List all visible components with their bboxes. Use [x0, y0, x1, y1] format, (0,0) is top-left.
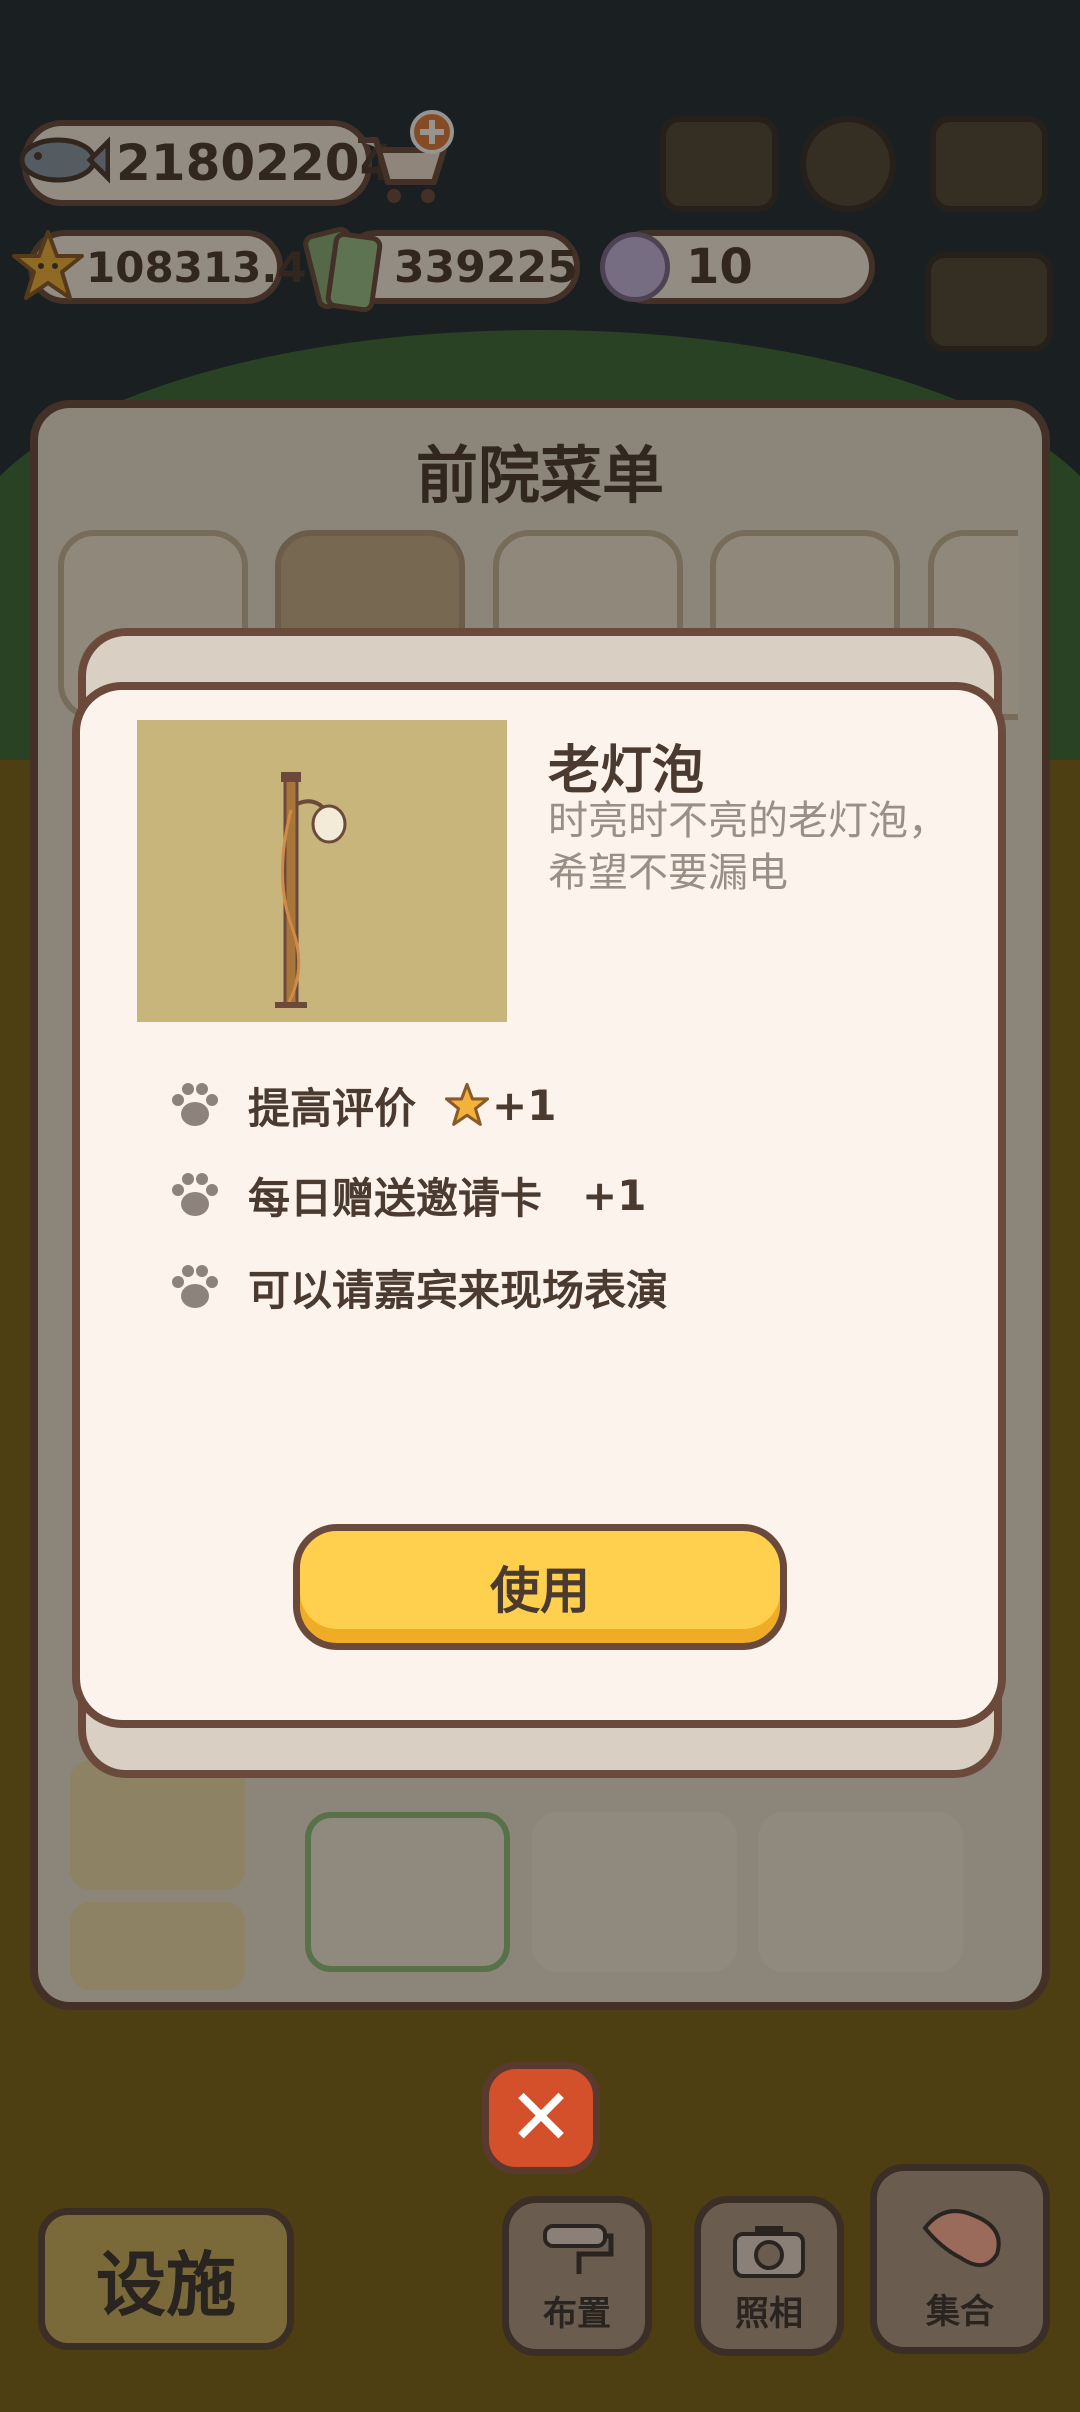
- paw-icon: [172, 1265, 218, 1308]
- feature-value: +1: [582, 1170, 647, 1220]
- close-button[interactable]: ✕: [482, 2062, 600, 2174]
- feature-guest-performance: 可以请嘉宾来现场表演: [168, 1252, 668, 1322]
- place-label: 布置: [543, 2294, 611, 2334]
- place-button[interactable]: 布置: [502, 2196, 652, 2356]
- use-button[interactable]: 使用: [293, 1524, 787, 1650]
- photo-button[interactable]: 照相: [694, 2196, 844, 2356]
- item-description: 时亮时不亮的老灯泡，希望不要漏电: [548, 798, 948, 896]
- photo-label: 照相: [735, 2294, 803, 2334]
- roller-icon: [543, 2224, 614, 2274]
- feature-text: 可以请嘉宾来现场表演: [248, 1265, 669, 1315]
- item-name: 老灯泡: [548, 741, 705, 801]
- feature-rating: 提高评价 +1: [168, 1070, 556, 1140]
- facility-button[interactable]: 设施: [38, 2208, 294, 2350]
- feature-text: 提高评价: [248, 1083, 417, 1133]
- whistle-icon: [922, 2209, 1001, 2267]
- gather-button[interactable]: 集合: [870, 2164, 1050, 2354]
- feature-text: 每日赠送邀请卡: [248, 1173, 543, 1223]
- gather-label: 集合: [926, 2292, 994, 2332]
- feature-invite-card: 每日赠送邀请卡 +1: [168, 1160, 646, 1230]
- star-icon: [444, 1082, 490, 1126]
- paw-icon: [172, 1083, 218, 1126]
- item-preview-image: [137, 720, 507, 1022]
- feature-value: +1: [492, 1080, 557, 1130]
- paw-icon: [172, 1173, 218, 1216]
- camera-icon: [733, 2226, 805, 2278]
